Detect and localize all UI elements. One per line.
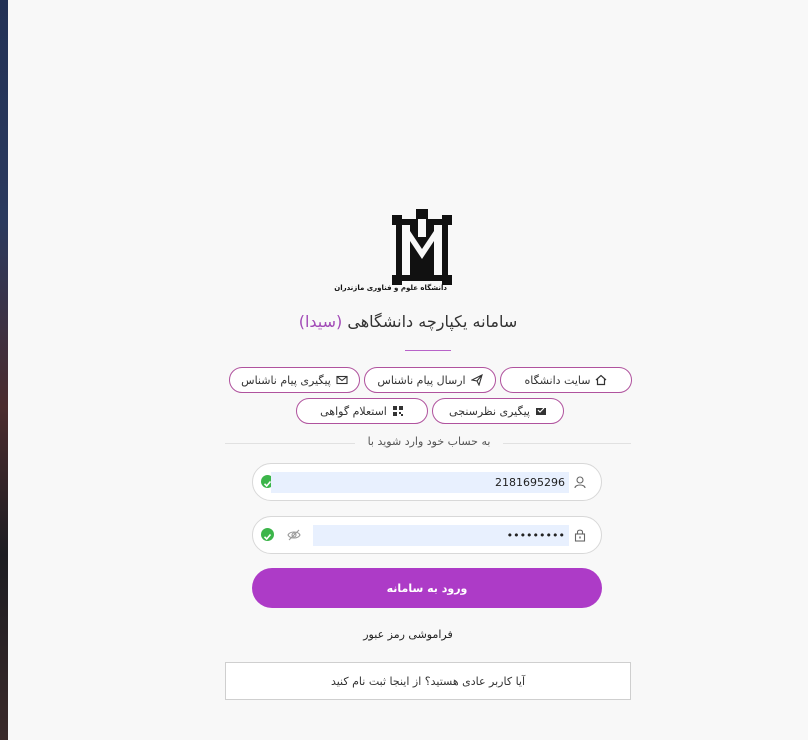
eye-off-icon[interactable] bbox=[287, 528, 301, 542]
login-divider-text: به حساب خود وارد شوید با bbox=[355, 435, 503, 448]
page-title: سامانه یکپارچه دانشگاهی (سیدا) bbox=[8, 312, 808, 331]
username-field bbox=[252, 463, 602, 501]
password-input[interactable] bbox=[313, 525, 569, 546]
link-label: استعلام گواهی bbox=[320, 404, 387, 418]
link-send-anonymous[interactable]: ارسال پیام ناشناس bbox=[364, 367, 496, 393]
link-label: ارسال پیام ناشناس bbox=[377, 373, 466, 387]
background-image-strip bbox=[0, 0, 8, 740]
link-label: پیگیری نظرسنجی bbox=[449, 404, 530, 418]
title-accent: (سیدا) bbox=[298, 312, 343, 331]
valid-check-icon bbox=[261, 528, 274, 541]
link-label: پیگیری پیام ناشناس bbox=[241, 373, 331, 387]
register-prompt[interactable]: آیا کاربر عادی هستید؟ از اینجا ثبت نام ک… bbox=[331, 675, 525, 688]
envelope-icon bbox=[336, 375, 348, 385]
register-box[interactable]: آیا کاربر عادی هستید؟ از اینجا ثبت نام ک… bbox=[225, 662, 631, 700]
user-icon bbox=[574, 476, 586, 489]
logo-caption: دانشگاه علوم و فناوری مازندران bbox=[334, 284, 447, 292]
title-main: سامانه یکپارچه دانشگاهی bbox=[347, 312, 518, 331]
password-field bbox=[252, 516, 602, 554]
inbox-icon bbox=[535, 407, 546, 415]
link-track-anonymous[interactable]: پیگیری پیام ناشناس bbox=[229, 367, 360, 393]
title-underline bbox=[405, 350, 451, 351]
lock-icon bbox=[574, 529, 586, 542]
link-label: سایت دانشگاه bbox=[524, 373, 591, 387]
login-button[interactable]: ورود به سامانه bbox=[252, 568, 602, 608]
send-icon bbox=[470, 374, 483, 386]
qr-icon bbox=[392, 406, 403, 416]
username-input[interactable] bbox=[271, 472, 569, 493]
home-icon bbox=[596, 374, 607, 386]
link-track-survey[interactable]: پیگیری نظرسنجی bbox=[432, 398, 564, 424]
forgot-password-link[interactable]: فراموشی رمز عبور bbox=[8, 628, 808, 641]
link-university-site[interactable]: سایت دانشگاه bbox=[500, 367, 632, 393]
link-certificate-inquiry[interactable]: استعلام گواهی bbox=[296, 398, 428, 424]
